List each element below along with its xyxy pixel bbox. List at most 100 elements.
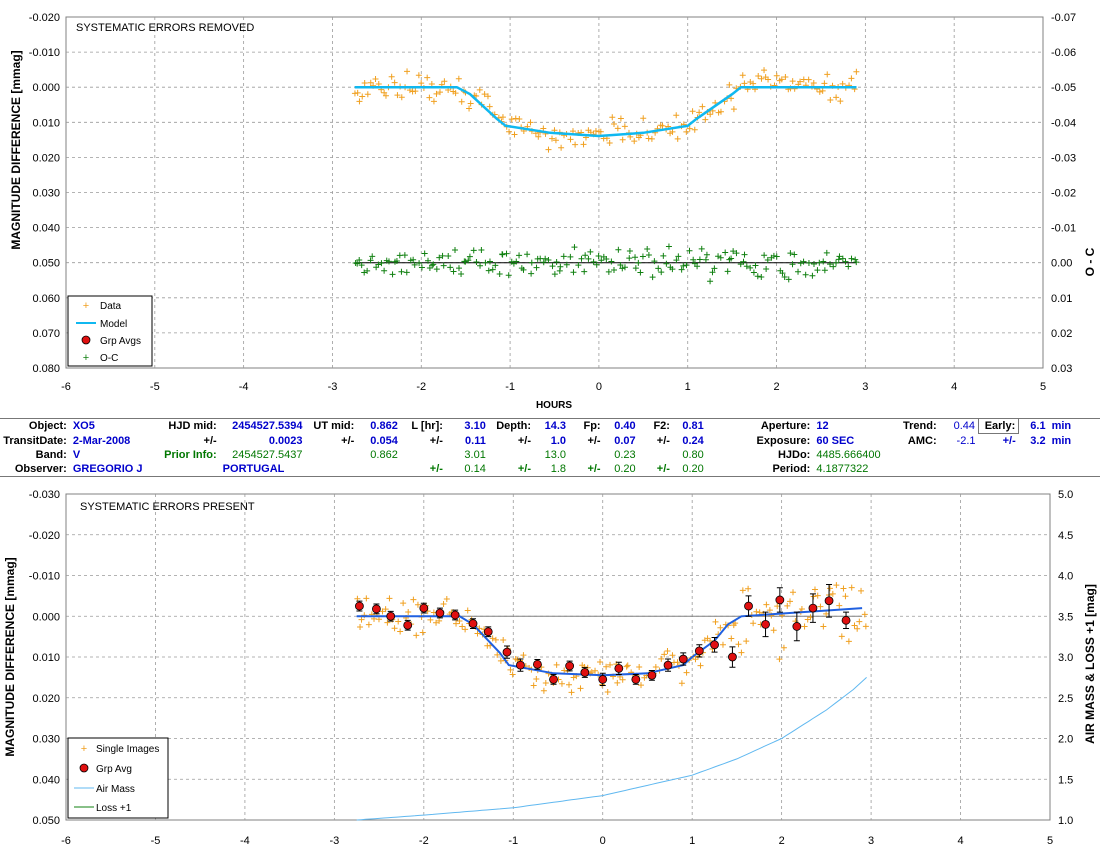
x-tick-label: -1 xyxy=(505,381,515,393)
depth-label: Depth: xyxy=(496,420,532,433)
length-label: L [hr]: xyxy=(411,420,443,433)
x-tick-label: -3 xyxy=(329,835,339,847)
y2-tick-label: 3.5 xyxy=(1058,611,1073,623)
ut-mid-value: 0.862 xyxy=(370,420,398,433)
x-tick-label: 0 xyxy=(596,381,602,393)
y2-tick-label: 3.0 xyxy=(1058,652,1073,664)
group-average-point xyxy=(355,601,364,611)
y2-tick-label: -0.04 xyxy=(1051,117,1076,129)
group-average-point xyxy=(386,611,396,621)
legend-label-single: Single Images xyxy=(96,744,159,755)
ut-err-label: +/- xyxy=(341,434,355,447)
y-axis-label: MAGNITUDE DIFFERENCE [mmag] xyxy=(9,50,23,249)
y-tick-labels: -0.020 -0.010 0.000 0.010 0.020 0.030 0.040 0.0… xyxy=(29,12,60,375)
exposure-label: Exposure: xyxy=(756,434,811,447)
y2-tick-label: 0.01 xyxy=(1051,293,1072,305)
x-tick-label: -5 xyxy=(151,835,161,847)
prior-ut-mid: 0.862 xyxy=(370,449,398,461)
object-value: XO5 xyxy=(72,420,95,433)
group-average-point xyxy=(468,619,478,628)
fp-err: 0.07 xyxy=(614,434,636,447)
x-tick-label: 1 xyxy=(685,381,691,393)
legend-marker-oc: + xyxy=(83,352,89,364)
group-average-point xyxy=(483,627,493,637)
x-tick-label: 4 xyxy=(957,835,963,847)
group-average-point xyxy=(761,619,770,629)
y2-tick-label: 0.03 xyxy=(1051,363,1072,375)
y2-tick-label: 2.5 xyxy=(1058,693,1073,705)
transit-date-label: TransitDate: xyxy=(3,434,67,447)
prior-depth: 13.0 xyxy=(544,449,567,461)
period-value: 4.1877322 xyxy=(816,463,869,475)
group-average-point xyxy=(663,660,673,670)
prior-f2-err-label: +/- xyxy=(656,463,670,475)
x-tick-label: 3 xyxy=(868,835,874,847)
x-tick-label: -6 xyxy=(61,835,71,847)
group-average-point xyxy=(598,675,608,684)
fp-value: 0.40 xyxy=(614,420,636,433)
x-tick-label: 1 xyxy=(689,835,695,847)
trend-label: Trend: xyxy=(903,420,937,433)
length-err: 0.11 xyxy=(465,434,486,447)
legend-label-loss: Loss +1 xyxy=(96,803,132,814)
observer-label: Observer: xyxy=(14,463,67,475)
legend-label-airmass: Air Mass xyxy=(96,784,135,795)
y-tick-label: 0.020 xyxy=(32,693,60,705)
aperture-label: Aperture: xyxy=(760,420,811,433)
prior-f2: 0.80 xyxy=(682,449,704,461)
x-axis-label: HOURS xyxy=(536,400,572,411)
y-tick-label: -0.010 xyxy=(29,571,60,583)
early-label: Early: xyxy=(978,418,1020,434)
y-tick-label: 0.040 xyxy=(32,223,60,235)
x-tick-label: 5 xyxy=(1040,381,1046,393)
hjd-mid-value: 2454527.5394 xyxy=(232,420,303,433)
prior-f2-err: 0.20 xyxy=(682,463,704,475)
x-tick-label: -2 xyxy=(416,381,426,393)
legend: + Data Model Grp Avgs + O-C xyxy=(67,295,153,367)
x-tick-label: 4 xyxy=(951,381,957,393)
x-tick-label: 2 xyxy=(779,835,785,847)
y2-tick-label: -0.02 xyxy=(1051,188,1076,200)
group-average-point xyxy=(631,675,641,684)
x-tick-labels: -6 -5 -4 -3 -2 -1 0 1 2 3 4 5 xyxy=(61,835,1053,847)
hjdo-value: 4485.666400 xyxy=(816,449,881,461)
aperture-value: 12 xyxy=(816,420,829,433)
group-average-point xyxy=(565,661,575,671)
group-average-point xyxy=(614,664,624,673)
f2-err: 0.24 xyxy=(682,434,704,447)
group-average-point xyxy=(502,647,512,657)
legend-label-grp: Grp Avgs xyxy=(100,336,141,347)
group-average-point xyxy=(533,659,542,669)
group-average-point xyxy=(549,675,558,684)
y-tick-label: 0.030 xyxy=(32,734,60,746)
f2-value: 0.81 xyxy=(682,420,704,433)
legend: + Single Images Grp Avg Air Mass Loss +1 xyxy=(67,737,169,819)
x-tick-label: -2 xyxy=(419,835,429,847)
early-unit: min xyxy=(1051,420,1072,433)
y-axis-label: MAGNITUDE DIFFERENCE [mmag] xyxy=(3,557,17,756)
early-value: 6.1 xyxy=(1030,420,1046,433)
observer-value: GREGORIO J xyxy=(72,463,143,475)
legend-label-oc: O-C xyxy=(100,353,118,364)
group-average-point xyxy=(516,660,525,670)
ut-mid-label: UT mid: xyxy=(313,420,355,433)
depth-value: 14.3 xyxy=(544,420,567,433)
amc-label: AMC: xyxy=(907,434,937,447)
group-average-point xyxy=(678,654,688,664)
y2-tick-label: 0.02 xyxy=(1051,328,1072,340)
prior-fp: 0.23 xyxy=(614,449,636,461)
early-err-label: +/- xyxy=(1002,435,1016,447)
y-tick-label: 0.080 xyxy=(32,363,60,375)
y2-tick-label: 4.0 xyxy=(1058,571,1073,583)
band-value: V xyxy=(72,449,81,461)
chart-systematic-errors-removed: -6 -5 -4 -3 -2 -1 0 1 2 3 4 5 -0.020 -0.010 0.000 0.01… xyxy=(9,12,1097,411)
f2-label: F2: xyxy=(653,420,670,433)
group-average-point xyxy=(419,603,429,613)
y-tick-label: 0.050 xyxy=(32,815,60,827)
y-tick-label: 0.040 xyxy=(32,774,60,786)
y2-tick-label: 1.5 xyxy=(1058,774,1073,786)
prior-length-err: 0.14 xyxy=(464,463,486,475)
early-err: 3.2 xyxy=(1030,434,1046,447)
fp-label: Fp: xyxy=(583,420,601,433)
y2-tick-labels: 1.0 1.5 2.0 2.5 3.0 3.5 4.0 4.5 5.0 xyxy=(1058,489,1073,827)
